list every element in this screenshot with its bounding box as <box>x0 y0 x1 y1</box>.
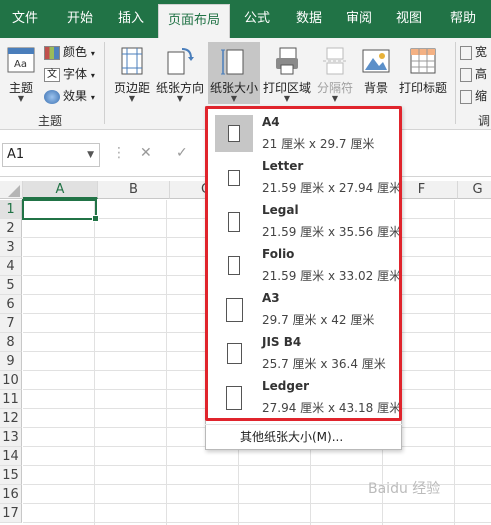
colors-button[interactable]: 颜色 ▾ <box>44 42 95 62</box>
colors-label: 颜色 <box>63 45 88 59</box>
print-area-icon <box>276 47 298 75</box>
group-divider <box>455 42 456 124</box>
size-button[interactable]: 纸张大小 ▼ <box>208 42 260 104</box>
more-paper-sizes-item[interactable]: 其他纸张大小(M)... <box>205 424 402 448</box>
orientation-button[interactable]: 纸张方向 ▼ <box>154 42 206 104</box>
scale-icon <box>460 89 472 104</box>
tab-review[interactable]: 审阅 <box>334 0 384 38</box>
breaks-icon <box>323 47 347 75</box>
ribbon-tab-bar: 文件 开始 插入 页面布局 公式 数据 审阅 视图 帮助 <box>0 0 491 38</box>
width-button[interactable]: 宽 <box>460 42 487 62</box>
chevron-down-icon: ▼ <box>17 94 25 103</box>
chevron-down-icon: ▼ <box>331 94 339 103</box>
tab-insert[interactable]: 插入 <box>106 0 156 38</box>
name-box[interactable]: A1 ▼ <box>2 143 100 167</box>
row-header[interactable]: 1 <box>0 200 22 219</box>
row-header[interactable]: 5 <box>0 276 22 295</box>
name-box-value: A1 <box>7 147 25 162</box>
height-button[interactable]: 高 <box>460 64 487 84</box>
row-header[interactable]: 13 <box>0 428 22 447</box>
breaks-button[interactable]: 分隔符 ▼ <box>314 42 356 104</box>
row-header[interactable]: 12 <box>0 409 22 428</box>
width-label: 宽 <box>475 45 488 59</box>
row-header[interactable]: 7 <box>0 314 22 333</box>
print-titles-icon <box>410 48 436 74</box>
excel-window: 文件 开始 插入 页面布局 公式 数据 审阅 视图 帮助 Aa 主题 ▼ 颜色 … <box>0 0 491 525</box>
row-header[interactable]: 14 <box>0 447 22 466</box>
group-divider <box>104 42 105 124</box>
chevron-down-icon: ▾ <box>90 71 95 80</box>
chevron-down-icon: ▼ <box>230 94 238 103</box>
tab-formulas[interactable]: 公式 <box>234 0 280 38</box>
enter-icon[interactable]: ✓ <box>176 145 188 161</box>
orientation-icon <box>167 48 194 75</box>
margins-button[interactable]: 页边距 ▼ <box>110 42 154 104</box>
paper-size-icon <box>221 49 244 75</box>
chevron-down-icon: ▼ <box>128 94 136 103</box>
column-header-g[interactable]: G <box>458 181 491 199</box>
tab-home[interactable]: 开始 <box>54 0 106 38</box>
column-header-b[interactable]: B <box>98 181 170 199</box>
row-header[interactable]: 17 <box>0 504 22 523</box>
margins-icon <box>121 47 143 75</box>
print-titles-button[interactable]: 打印标题 <box>396 42 450 104</box>
group-label-themes: 主题 <box>38 114 63 128</box>
row-header[interactable]: 2 <box>0 219 22 238</box>
chevron-down-icon: ▾ <box>90 49 95 58</box>
effects-label: 效果 <box>63 89 88 103</box>
group-label-scale: 调 <box>478 114 491 128</box>
svg-text:Aa: Aa <box>14 59 27 70</box>
themes-button[interactable]: Aa 主题 ▼ <box>2 42 40 104</box>
more-options-icon: ⋮ <box>112 145 126 161</box>
background-button[interactable]: 背景 <box>358 42 394 104</box>
row-header[interactable]: 9 <box>0 352 22 371</box>
tab-page-layout[interactable]: 页面布局 <box>158 4 230 38</box>
row-header[interactable]: 6 <box>0 295 22 314</box>
background-label: 背景 <box>363 81 388 95</box>
row-header[interactable]: 11 <box>0 390 22 409</box>
tab-data[interactable]: 数据 <box>284 0 334 38</box>
highlight-annotation <box>205 106 402 421</box>
row-header[interactable]: 16 <box>0 485 22 504</box>
fonts-icon: 文 <box>44 67 60 82</box>
chevron-down-icon: ▼ <box>176 94 184 103</box>
row-header[interactable]: 10 <box>0 371 22 390</box>
tab-view[interactable]: 视图 <box>384 0 434 38</box>
print-area-button[interactable]: 打印区域 ▼ <box>262 42 312 104</box>
row-header[interactable]: 4 <box>0 257 22 276</box>
select-all-corner[interactable] <box>0 181 23 199</box>
column-header-a[interactable]: A <box>23 181 98 199</box>
cancel-icon[interactable]: ✕ <box>140 145 152 161</box>
chevron-down-icon: ▾ <box>90 93 95 102</box>
select-all-icon <box>8 185 20 197</box>
tab-file[interactable]: 文件 <box>0 0 50 38</box>
watermark: Baidu 经验 <box>368 481 441 497</box>
row-header[interactable]: 8 <box>0 333 22 352</box>
scale-label: 缩 <box>475 89 488 103</box>
colors-icon <box>44 45 60 60</box>
chevron-down-icon: ▼ <box>283 94 291 103</box>
fonts-button[interactable]: 文字体 ▾ <box>44 64 95 84</box>
height-label: 高 <box>475 67 488 81</box>
tab-help[interactable]: 帮助 <box>438 0 488 38</box>
height-icon <box>460 67 472 82</box>
themes-icon: Aa <box>7 47 35 73</box>
background-image-icon <box>362 49 390 73</box>
chevron-down-icon: ▼ <box>87 150 94 160</box>
row-header[interactable]: 3 <box>0 238 22 257</box>
scale-button[interactable]: 缩 <box>460 86 487 106</box>
fonts-label: 字体 <box>63 67 88 81</box>
selected-cell-a1[interactable] <box>22 199 99 222</box>
width-icon <box>460 45 472 60</box>
print-titles-label: 打印标题 <box>398 81 447 95</box>
effects-button[interactable]: 效果 ▾ <box>44 86 95 106</box>
row-header[interactable]: 15 <box>0 466 22 485</box>
effects-icon <box>44 89 60 104</box>
